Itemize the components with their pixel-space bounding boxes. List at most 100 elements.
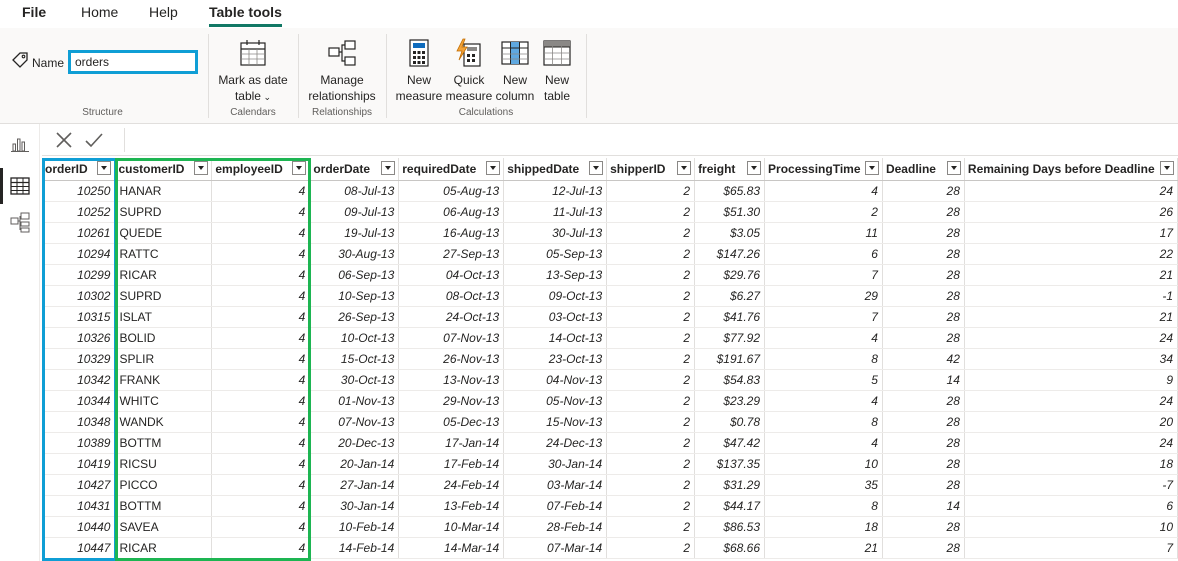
- table-cell[interactable]: 28: [882, 264, 965, 286]
- table-cell[interactable]: 10302: [42, 285, 116, 307]
- table-cell[interactable]: 09-Jul-13: [309, 201, 400, 223]
- table-cell[interactable]: 4: [764, 327, 883, 349]
- table-cell[interactable]: 27-Jan-14: [309, 474, 400, 496]
- table-cell[interactable]: 03-Mar-14: [503, 474, 608, 496]
- table-cell[interactable]: 2: [764, 201, 883, 223]
- table-cell[interactable]: BOLID: [114, 327, 213, 349]
- table-cell[interactable]: 8: [764, 411, 883, 433]
- filter-dropdown-icon[interactable]: [97, 161, 112, 175]
- table-cell[interactable]: 4: [211, 243, 311, 265]
- table-cell[interactable]: 15-Oct-13: [309, 348, 400, 370]
- table-cell[interactable]: 2: [606, 348, 696, 370]
- menu-tab-table-tools[interactable]: Table tools: [209, 0, 282, 28]
- table-cell[interactable]: $3.05: [694, 222, 766, 244]
- table-cell[interactable]: 2: [606, 306, 696, 328]
- table-cell[interactable]: 05-Sep-13: [503, 243, 608, 265]
- table-cell[interactable]: 28: [882, 537, 965, 559]
- table-cell[interactable]: 10-Mar-14: [398, 516, 505, 538]
- table-cell[interactable]: $68.66: [694, 537, 766, 559]
- table-cell[interactable]: 28: [882, 411, 965, 433]
- manage-relationships-button[interactable]: Manage relationships: [303, 38, 381, 104]
- table-cell[interactable]: 18: [964, 453, 1178, 475]
- table-cell[interactable]: 4: [211, 495, 311, 517]
- table-cell[interactable]: 24: [964, 432, 1178, 454]
- table-cell[interactable]: 27-Sep-13: [398, 243, 505, 265]
- table-cell[interactable]: 4: [211, 516, 311, 538]
- table-cell[interactable]: 04-Nov-13: [503, 369, 608, 391]
- table-cell[interactable]: 2: [606, 264, 696, 286]
- filter-dropdown-icon[interactable]: [486, 161, 501, 175]
- filter-dropdown-icon[interactable]: [946, 161, 961, 175]
- table-cell[interactable]: 28: [882, 306, 965, 328]
- table-cell[interactable]: 14: [882, 369, 965, 391]
- filter-dropdown-icon[interactable]: [864, 161, 879, 175]
- table-cell[interactable]: 24: [964, 390, 1178, 412]
- column-header[interactable]: shippedDate: [503, 158, 608, 181]
- table-cell[interactable]: 2: [606, 327, 696, 349]
- column-header[interactable]: Remaining Days before Deadline: [964, 158, 1178, 181]
- table-cell[interactable]: 2: [606, 495, 696, 517]
- table-cell[interactable]: 01-Nov-13: [309, 390, 400, 412]
- table-cell[interactable]: 9: [964, 369, 1178, 391]
- table-cell[interactable]: 5: [764, 369, 883, 391]
- menu-tab-file[interactable]: File: [22, 0, 46, 28]
- table-cell[interactable]: 4: [211, 453, 311, 475]
- table-cell[interactable]: SUPRD: [114, 201, 213, 223]
- table-cell[interactable]: 28: [882, 285, 965, 307]
- table-cell[interactable]: 29-Nov-13: [398, 390, 505, 412]
- table-cell[interactable]: $6.27: [694, 285, 766, 307]
- table-cell[interactable]: $31.29: [694, 474, 766, 496]
- table-cell[interactable]: 10342: [42, 369, 116, 391]
- table-cell[interactable]: 6: [964, 495, 1178, 517]
- table-cell[interactable]: 13-Nov-13: [398, 369, 505, 391]
- table-cell[interactable]: 28-Feb-14: [503, 516, 608, 538]
- table-cell[interactable]: 4: [211, 369, 311, 391]
- column-header[interactable]: ProcessingTime: [764, 158, 883, 181]
- column-header[interactable]: orderDate: [309, 158, 400, 181]
- table-cell[interactable]: 2: [606, 390, 696, 412]
- menu-tab-help[interactable]: Help: [149, 0, 178, 28]
- filter-dropdown-icon[interactable]: [1160, 161, 1174, 175]
- table-cell[interactable]: 4: [211, 201, 311, 223]
- table-cell[interactable]: 26-Sep-13: [309, 306, 400, 328]
- new-measure-button[interactable]: New measure: [393, 38, 445, 104]
- table-cell[interactable]: 29: [764, 285, 883, 307]
- table-cell[interactable]: 09-Oct-13: [503, 285, 608, 307]
- table-cell[interactable]: 2: [606, 222, 696, 244]
- table-cell[interactable]: 11-Jul-13: [503, 201, 608, 223]
- column-header[interactable]: shipperID: [606, 158, 696, 181]
- model-view-icon[interactable]: [8, 210, 32, 234]
- column-header[interactable]: Deadline: [882, 158, 965, 181]
- table-cell[interactable]: 21: [964, 306, 1178, 328]
- table-cell[interactable]: 16-Aug-13: [398, 222, 505, 244]
- table-cell[interactable]: 10252: [42, 201, 116, 223]
- table-cell[interactable]: 2: [606, 285, 696, 307]
- table-cell[interactable]: $147.26: [694, 243, 766, 265]
- table-cell[interactable]: 28: [882, 516, 965, 538]
- table-cell[interactable]: 4: [211, 411, 311, 433]
- table-cell[interactable]: 4: [211, 180, 311, 202]
- table-cell[interactable]: WANDK: [114, 411, 213, 433]
- table-cell[interactable]: 05-Nov-13: [503, 390, 608, 412]
- table-cell[interactable]: 20: [964, 411, 1178, 433]
- table-cell[interactable]: 4: [211, 432, 311, 454]
- table-cell[interactable]: 10440: [42, 516, 116, 538]
- table-cell[interactable]: 7: [764, 306, 883, 328]
- table-cell[interactable]: -7: [964, 474, 1178, 496]
- table-cell[interactable]: 21: [764, 537, 883, 559]
- table-cell[interactable]: $54.83: [694, 369, 766, 391]
- table-cell[interactable]: 10431: [42, 495, 116, 517]
- table-cell[interactable]: RICAR: [114, 537, 213, 559]
- data-view-icon[interactable]: [8, 174, 32, 198]
- table-cell[interactable]: 4: [211, 285, 311, 307]
- table-cell[interactable]: 4: [211, 474, 311, 496]
- table-cell[interactable]: 10326: [42, 327, 116, 349]
- table-cell[interactable]: 24-Dec-13: [503, 432, 608, 454]
- table-cell[interactable]: 2: [606, 537, 696, 559]
- table-cell[interactable]: $137.35: [694, 453, 766, 475]
- table-cell[interactable]: 30-Jan-14: [503, 453, 608, 475]
- table-cell[interactable]: $65.83: [694, 180, 766, 202]
- table-cell[interactable]: 10: [764, 453, 883, 475]
- table-cell[interactable]: 2: [606, 453, 696, 475]
- table-cell[interactable]: 35: [764, 474, 883, 496]
